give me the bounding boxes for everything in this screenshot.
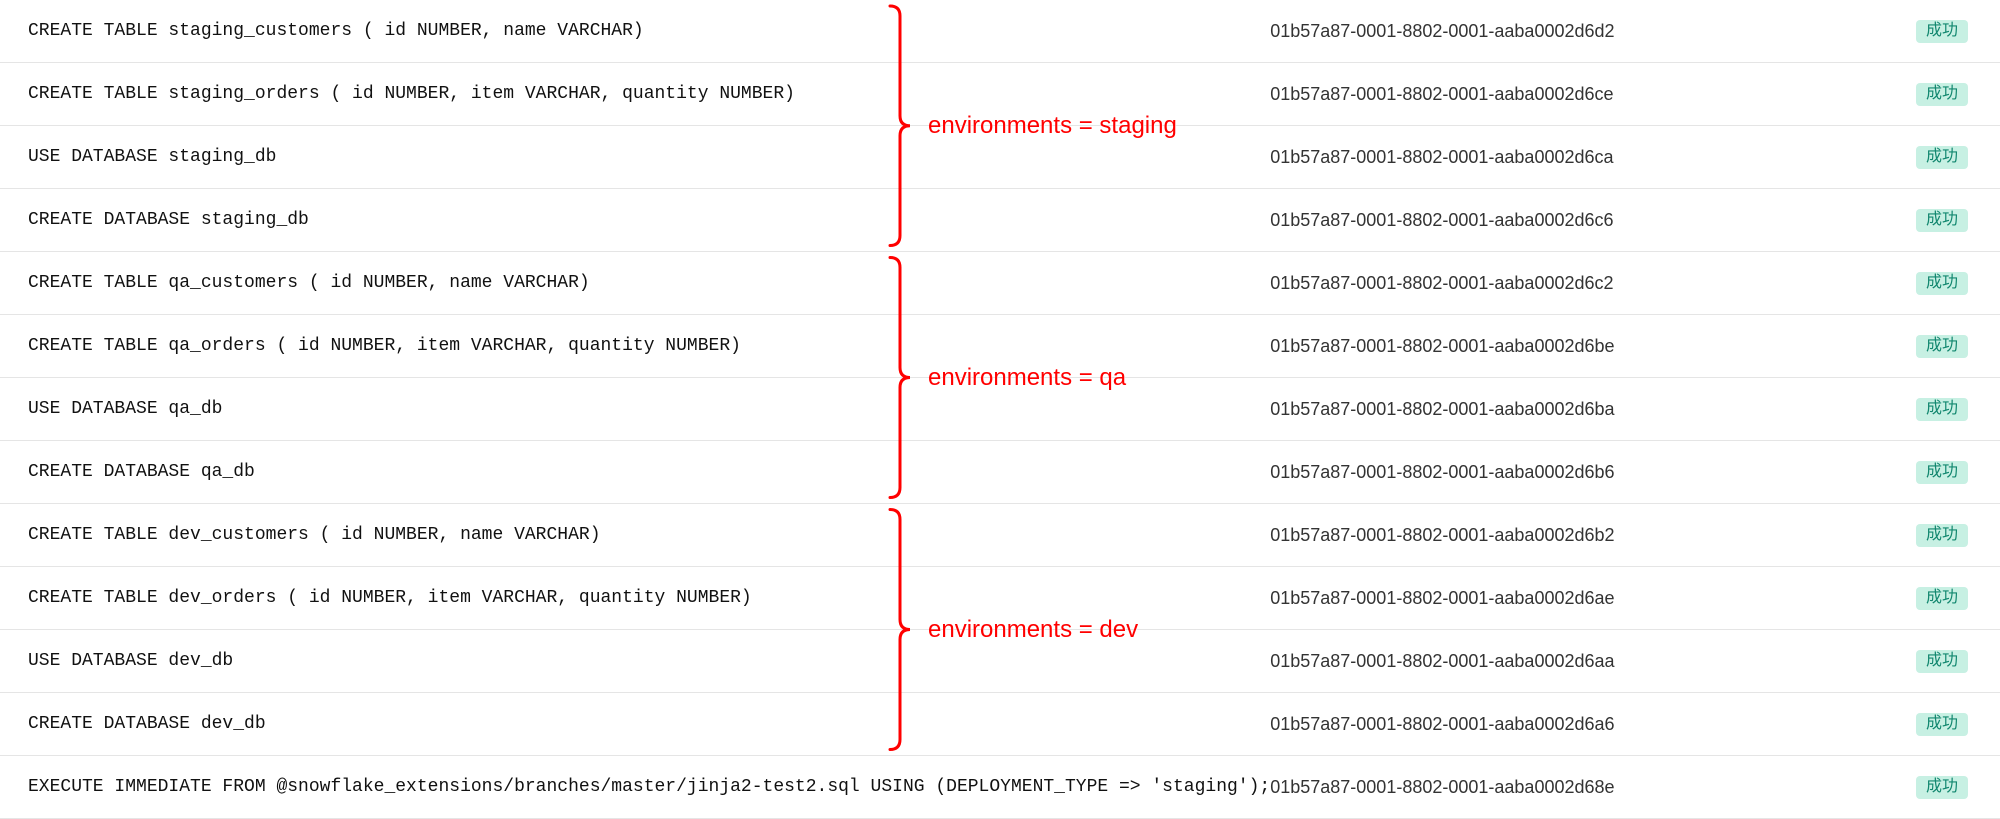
query-history-table: CREATE TABLE staging_customers ( id NUMB…: [0, 0, 2000, 819]
status-cell: 成功: [1878, 189, 2000, 252]
status-cell: 成功: [1878, 126, 2000, 189]
table-row[interactable]: USE DATABASE staging_db01b57a87-0001-880…: [0, 126, 2000, 189]
query-id-cell[interactable]: 01b57a87-0001-8802-0001-aaba0002d6c6: [1270, 189, 1878, 252]
query-id-cell[interactable]: 01b57a87-0001-8802-0001-aaba0002d6ba: [1270, 378, 1878, 441]
query-id-cell[interactable]: 01b57a87-0001-8802-0001-aaba0002d6aa: [1270, 630, 1878, 693]
status-cell: 成功: [1878, 378, 2000, 441]
status-cell: 成功: [1878, 252, 2000, 315]
table-row[interactable]: CREATE DATABASE qa_db01b57a87-0001-8802-…: [0, 441, 2000, 504]
sql-cell: USE DATABASE dev_db: [0, 630, 1270, 693]
status-cell: 成功: [1878, 693, 2000, 756]
query-id-cell[interactable]: 01b57a87-0001-8802-0001-aaba0002d6ae: [1270, 567, 1878, 630]
status-cell: 成功: [1878, 63, 2000, 126]
table-row[interactable]: CREATE TABLE dev_customers ( id NUMBER, …: [0, 504, 2000, 567]
query-id-cell[interactable]: 01b57a87-0001-8802-0001-aaba0002d68e: [1270, 756, 1878, 819]
table-row[interactable]: CREATE TABLE staging_orders ( id NUMBER,…: [0, 63, 2000, 126]
sql-cell: CREATE TABLE dev_orders ( id NUMBER, ite…: [0, 567, 1270, 630]
sql-cell: CREATE DATABASE staging_db: [0, 189, 1270, 252]
table-row[interactable]: USE DATABASE qa_db01b57a87-0001-8802-000…: [0, 378, 2000, 441]
sql-cell: CREATE TABLE dev_customers ( id NUMBER, …: [0, 504, 1270, 567]
status-cell: 成功: [1878, 630, 2000, 693]
sql-cell: CREATE TABLE qa_customers ( id NUMBER, n…: [0, 252, 1270, 315]
table-row[interactable]: EXECUTE IMMEDIATE FROM @snowflake_extens…: [0, 756, 2000, 819]
status-badge: 成功: [1916, 713, 1968, 736]
query-id-cell[interactable]: 01b57a87-0001-8802-0001-aaba0002d6a6: [1270, 693, 1878, 756]
status-badge: 成功: [1916, 524, 1968, 547]
status-badge: 成功: [1916, 83, 1968, 106]
query-id-cell[interactable]: 01b57a87-0001-8802-0001-aaba0002d6d2: [1270, 0, 1878, 63]
status-cell: 成功: [1878, 0, 2000, 63]
sql-cell: CREATE TABLE staging_customers ( id NUMB…: [0, 0, 1270, 63]
query-id-cell[interactable]: 01b57a87-0001-8802-0001-aaba0002d6ca: [1270, 126, 1878, 189]
sql-cell: EXECUTE IMMEDIATE FROM @snowflake_extens…: [0, 756, 1270, 819]
sql-cell: CREATE DATABASE qa_db: [0, 441, 1270, 504]
query-id-cell[interactable]: 01b57a87-0001-8802-0001-aaba0002d6b6: [1270, 441, 1878, 504]
status-badge: 成功: [1916, 650, 1968, 673]
query-id-cell[interactable]: 01b57a87-0001-8802-0001-aaba0002d6c2: [1270, 252, 1878, 315]
status-cell: 成功: [1878, 441, 2000, 504]
status-badge: 成功: [1916, 398, 1968, 421]
status-badge: 成功: [1916, 587, 1968, 610]
table-row[interactable]: USE DATABASE dev_db01b57a87-0001-8802-00…: [0, 630, 2000, 693]
status-badge: 成功: [1916, 776, 1968, 799]
status-cell: 成功: [1878, 315, 2000, 378]
table-row[interactable]: CREATE DATABASE dev_db01b57a87-0001-8802…: [0, 693, 2000, 756]
query-history-viewport: CREATE TABLE staging_customers ( id NUMB…: [0, 0, 2000, 819]
status-badge: 成功: [1916, 335, 1968, 358]
status-badge: 成功: [1916, 461, 1968, 484]
table-row[interactable]: CREATE TABLE qa_orders ( id NUMBER, item…: [0, 315, 2000, 378]
status-cell: 成功: [1878, 504, 2000, 567]
table-row[interactable]: CREATE TABLE qa_customers ( id NUMBER, n…: [0, 252, 2000, 315]
status-badge: 成功: [1916, 209, 1968, 232]
table-row[interactable]: CREATE DATABASE staging_db01b57a87-0001-…: [0, 189, 2000, 252]
table-row[interactable]: CREATE TABLE staging_customers ( id NUMB…: [0, 0, 2000, 63]
query-id-cell[interactable]: 01b57a87-0001-8802-0001-aaba0002d6be: [1270, 315, 1878, 378]
status-badge: 成功: [1916, 20, 1968, 43]
sql-cell: USE DATABASE staging_db: [0, 126, 1270, 189]
status-badge: 成功: [1916, 146, 1968, 169]
status-badge: 成功: [1916, 272, 1968, 295]
query-id-cell[interactable]: 01b57a87-0001-8802-0001-aaba0002d6b2: [1270, 504, 1878, 567]
status-cell: 成功: [1878, 567, 2000, 630]
sql-cell: CREATE TABLE staging_orders ( id NUMBER,…: [0, 63, 1270, 126]
sql-cell: CREATE TABLE qa_orders ( id NUMBER, item…: [0, 315, 1270, 378]
table-row[interactable]: CREATE TABLE dev_orders ( id NUMBER, ite…: [0, 567, 2000, 630]
query-id-cell[interactable]: 01b57a87-0001-8802-0001-aaba0002d6ce: [1270, 63, 1878, 126]
status-cell: 成功: [1878, 756, 2000, 819]
sql-cell: CREATE DATABASE dev_db: [0, 693, 1270, 756]
sql-cell: USE DATABASE qa_db: [0, 378, 1270, 441]
